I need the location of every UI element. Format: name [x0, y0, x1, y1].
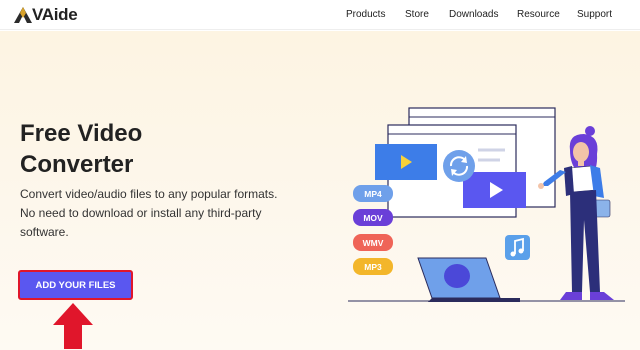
- format-badge-mov: MOV: [353, 209, 393, 226]
- format-badge-mp4: MP4: [353, 185, 393, 202]
- page-title: Free Video Converter: [20, 118, 280, 180]
- format-badge-wmv: WMV: [353, 234, 393, 251]
- title-line-2: Converter: [20, 151, 134, 178]
- red-arrow-up-icon: [53, 303, 93, 349]
- nav-resource[interactable]: Resource: [517, 9, 560, 20]
- title-line-1: Free Video: [20, 120, 143, 147]
- nav-products[interactable]: Products: [346, 9, 385, 20]
- nav-support[interactable]: Support: [577, 9, 612, 20]
- logo-text: VAide: [32, 5, 78, 24]
- nav-downloads[interactable]: Downloads: [449, 9, 498, 20]
- format-badge-mp3: MP3: [353, 258, 393, 275]
- add-your-files-button[interactable]: ADD YOUR FILES: [18, 270, 133, 300]
- hero-description: Convert video/audio files to any popular…: [20, 187, 278, 239]
- nav-store[interactable]: Store: [405, 9, 429, 20]
- logo-icon: [14, 7, 32, 23]
- aiseesoft-logo[interactable]: VAide: [14, 5, 78, 24]
- top-navigation-bar: VAide Products Store Downloads Resource …: [0, 0, 640, 30]
